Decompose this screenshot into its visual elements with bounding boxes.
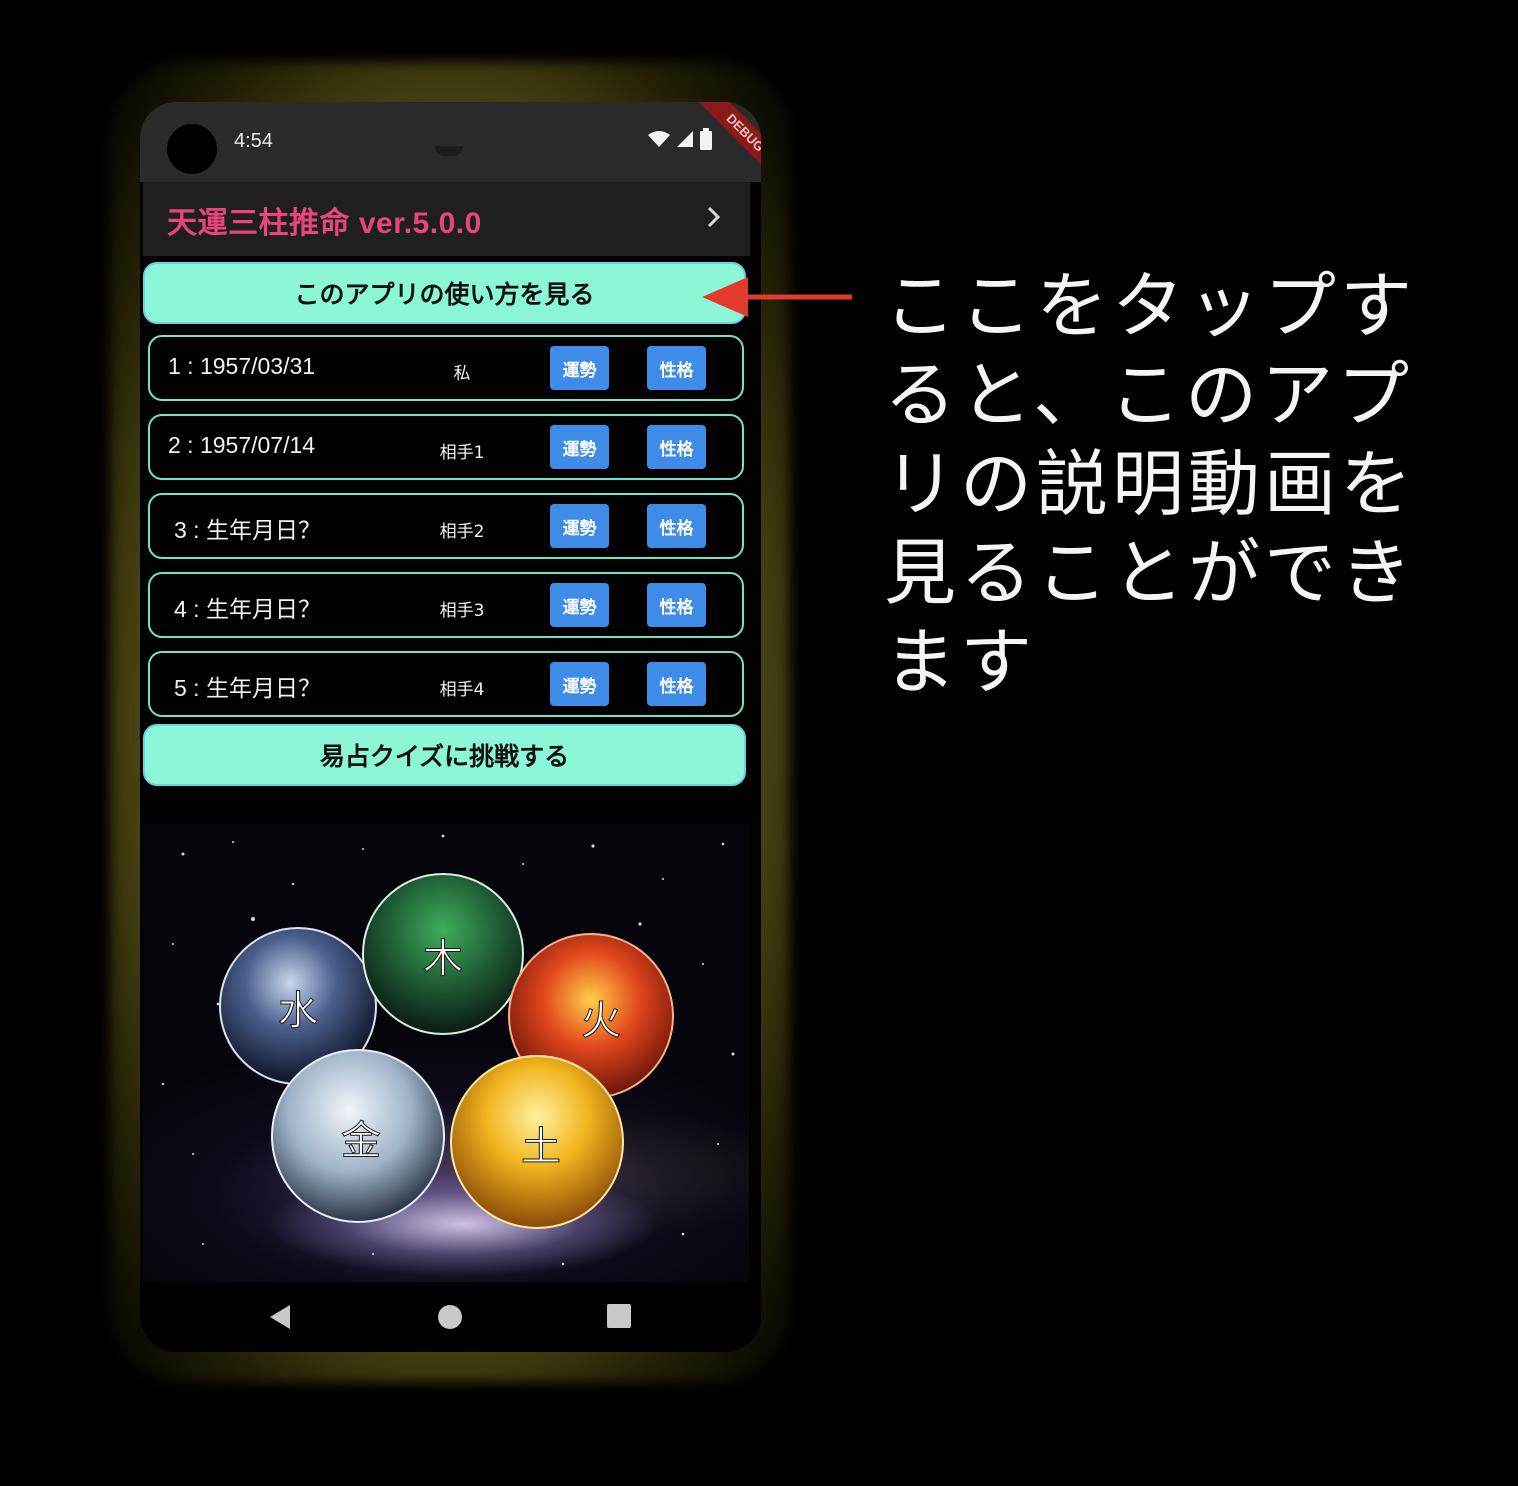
status-bar: 4:54 DEBUG [140,102,761,201]
person-name: 私 [453,364,471,384]
app-bar: 天運三柱推命 ver.5.0.0 [143,182,750,256]
annotation-line: 見ることができ [884,531,1417,615]
person-name: 相手3 [439,601,485,621]
personality-button[interactable]: 性格 [647,583,706,627]
fortune-button[interactable]: 運勢 [550,504,609,548]
person-row-1[interactable]: 1 : 1957/03/31 私 運勢 性格 [148,335,744,401]
personality-button[interactable]: 性格 [647,504,706,548]
wifi-icon [648,131,670,147]
fortune-button[interactable]: 運勢 [550,583,609,627]
elements-artwork: 水 木 火 金 土 [161,834,735,1266]
annotation-text: ここをタップす ると、このアプ リの説明動画を 見ることができ ます [884,262,1444,707]
quiz-button-label: 易占クイズに挑戦する [319,742,570,771]
wood-kanji: 木 [423,936,463,982]
annotation-arrow [702,277,852,317]
battery-icon [700,128,712,150]
person-row-4[interactable]: 4 : 生年月日？ 相手3 運勢 性格 [148,572,744,638]
annotation-line: ると、このアプ [884,353,1414,437]
person-birthdate: 2 : 1957/07/14 [168,432,316,458]
quiz-button[interactable]: 易占クイズに挑戦する [143,724,746,786]
how-to-video-label: このアプリの使い方を見る [294,280,595,309]
person-name: 相手2 [439,522,485,542]
fortune-button[interactable]: 運勢 [550,425,609,469]
back-icon[interactable] [268,1304,292,1330]
annotation-line: ます [884,620,1037,704]
person-name: 相手4 [439,680,485,700]
earth-kanji: 土 [521,1124,561,1170]
person-name: 相手1 [439,443,485,463]
navigation-bar [140,1282,761,1352]
recents-icon[interactable] [607,1304,631,1328]
status-time: 4:54 [234,130,273,152]
chevron-right-icon[interactable] [704,202,724,232]
personality-button[interactable]: 性格 [647,346,706,390]
metal-kanji: 金 [341,1118,381,1164]
water-kanji: 水 [278,988,318,1034]
signal-icon [677,131,693,147]
camera-cutout [167,124,217,174]
person-birthdate: 5 : 生年月日？ [174,675,321,701]
personality-button[interactable]: 性格 [647,662,706,706]
fire-kanji: 火 [581,998,621,1044]
app-title: 天運三柱推命 ver.5.0.0 [167,207,482,240]
home-icon[interactable] [437,1304,463,1330]
fortune-button[interactable]: 運勢 [550,346,609,390]
person-birthdate: 3 : 生年月日？ [174,517,321,543]
phone-screen: 4:54 DEBUG 天運三柱推命 ver.5.0.0 このアプリの使い方を見る… [140,102,761,1352]
person-birthdate: 1 : 1957/03/31 [168,353,316,379]
personality-button[interactable]: 性格 [647,425,706,469]
person-row-5[interactable]: 5 : 生年月日？ 相手4 運勢 性格 [148,651,744,717]
fortune-button[interactable]: 運勢 [550,662,609,706]
person-row-3[interactable]: 3 : 生年月日？ 相手2 運勢 性格 [148,493,744,559]
person-row-2[interactable]: 2 : 1957/07/14 相手1 運勢 性格 [148,414,744,480]
annotation-line: リの説明動画を [884,442,1417,526]
five-elements-illustration: 水 木 火 金 土 [143,824,749,1282]
how-to-video-button[interactable]: このアプリの使い方を見る [143,262,746,324]
notch [435,146,463,156]
annotation-line: ここをタップす [884,264,1417,348]
person-birthdate: 4 : 生年月日？ [174,596,321,622]
system-icons [648,128,712,150]
